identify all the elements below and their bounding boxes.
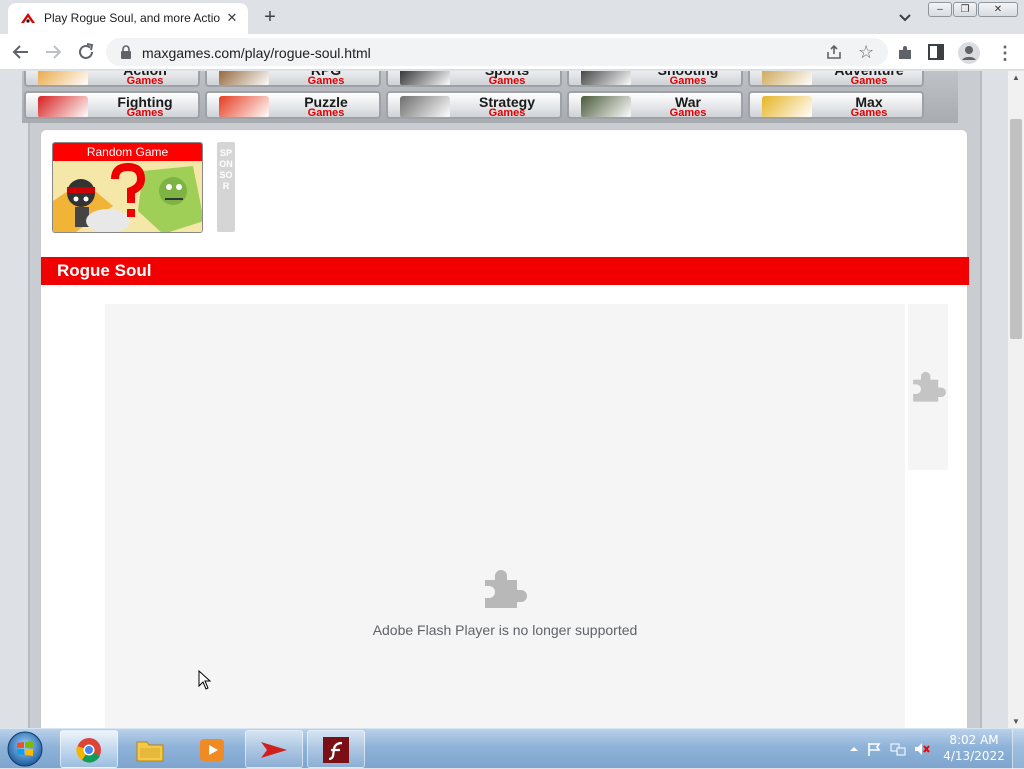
extensions-puzzle-icon[interactable] bbox=[896, 44, 914, 62]
game-title-bar: Rogue Soul bbox=[41, 257, 969, 285]
lock-icon[interactable] bbox=[120, 45, 132, 59]
plugin-puzzle-icon bbox=[485, 570, 527, 608]
category-subtitle: Games bbox=[488, 75, 526, 87]
address-bar[interactable]: maxgames.com/play/rogue-soul.html ☆ bbox=[106, 38, 888, 66]
side-panel-icon[interactable] bbox=[928, 44, 944, 60]
browser-tab[interactable]: Play Rogue Soul, and more Actio ✕ bbox=[8, 3, 248, 34]
sponsor-tab[interactable]: SPONSOR bbox=[217, 142, 235, 232]
bookmark-star-icon[interactable]: ☆ bbox=[858, 42, 874, 62]
windows-start-icon[interactable] bbox=[6, 731, 44, 767]
category-shooting-button[interactable]: ShootingGames bbox=[567, 71, 743, 87]
tray-expand-icon[interactable] bbox=[846, 741, 862, 757]
scrollbar-thumb[interactable] bbox=[1010, 119, 1022, 339]
category-subtitle: Games bbox=[126, 75, 164, 87]
profile-avatar-icon[interactable] bbox=[958, 42, 980, 64]
random-game-label: Random Game bbox=[53, 143, 202, 161]
sponsor-label: SPONSOR bbox=[219, 148, 233, 191]
mouse-cursor-icon bbox=[198, 670, 212, 690]
back-arrow-icon[interactable] bbox=[9, 40, 33, 64]
category-war-button[interactable]: War Games bbox=[567, 91, 743, 119]
network-icon[interactable] bbox=[890, 741, 906, 757]
red-arrow-icon bbox=[261, 742, 287, 758]
browser-menu-icon[interactable]: ⋮ bbox=[996, 43, 1014, 63]
rpg-icon bbox=[219, 71, 269, 85]
side-plugin-area[interactable] bbox=[908, 304, 948, 470]
volume-muted-icon[interactable] bbox=[914, 741, 930, 757]
taskbar-media-player-button[interactable] bbox=[183, 730, 241, 768]
page-viewport: ActionGames RPGGames SportsGames ShootingGa… bbox=[0, 71, 1008, 728]
category-subtitle: Games bbox=[850, 107, 888, 119]
puzzle-icon bbox=[219, 96, 269, 117]
tab-close-icon[interactable]: ✕ bbox=[224, 10, 240, 26]
action-icon bbox=[38, 71, 88, 85]
taskbar-arrow-app-button[interactable] bbox=[245, 730, 303, 768]
scroll-up-icon[interactable]: ▲ bbox=[1012, 73, 1020, 82]
scroll-down-icon[interactable]: ▼ bbox=[1012, 717, 1020, 726]
windows-taskbar: 8:02 AM 4/13/2022 bbox=[0, 728, 1024, 769]
tab-title: Play Rogue Soul, and more Actio bbox=[44, 11, 221, 25]
flash-unsupported-message: Adobe Flash Player is no longer supporte… bbox=[372, 622, 638, 638]
category-sports-button[interactable]: SportsGames bbox=[386, 71, 562, 87]
category-subtitle: Games bbox=[669, 75, 707, 87]
treasure-icon bbox=[762, 71, 812, 85]
category-subtitle: Games bbox=[307, 75, 345, 87]
category-subtitle: Games bbox=[307, 107, 345, 119]
page-title: Rogue Soul bbox=[57, 261, 152, 280]
share-icon[interactable] bbox=[826, 44, 842, 60]
new-tab-button[interactable]: + bbox=[258, 6, 282, 28]
content-panel: Random Game SPONSOR Rogue Soul Adobe Fla… bbox=[40, 129, 969, 728]
category-adventure-button[interactable]: AdventureGames bbox=[748, 71, 924, 87]
boxing-glove-icon bbox=[38, 96, 88, 117]
page-scrollbar[interactable]: ▲ ▼ bbox=[1008, 71, 1024, 728]
category-max-button[interactable]: Max Games bbox=[748, 91, 924, 119]
gun-icon bbox=[581, 71, 631, 85]
taskbar-chrome-button[interactable] bbox=[60, 730, 118, 768]
crown-icon bbox=[762, 96, 812, 117]
browser-toolbar: maxgames.com/play/rogue-soul.html ☆ ⋮ bbox=[0, 34, 1024, 70]
category-strategy-button[interactable]: Strategy Games bbox=[386, 91, 562, 119]
category-rpg-button[interactable]: RPGGames bbox=[205, 71, 381, 87]
crossed-swords-icon bbox=[400, 96, 450, 117]
folder-icon bbox=[136, 741, 164, 762]
window-minimize-button[interactable]: – bbox=[928, 2, 952, 17]
random-game-button[interactable]: Random Game bbox=[52, 142, 203, 233]
adobe-flash-icon bbox=[323, 737, 349, 763]
show-desktop-button[interactable] bbox=[1012, 729, 1024, 769]
window-close-button[interactable]: ✕ bbox=[978, 2, 1018, 17]
action-center-flag-icon[interactable] bbox=[866, 741, 882, 757]
plugin-puzzle-icon bbox=[913, 371, 946, 402]
media-player-icon bbox=[200, 739, 224, 761]
category-action-button[interactable]: ActionGames bbox=[24, 71, 200, 87]
category-puzzle-button[interactable]: Puzzle Games bbox=[205, 91, 381, 119]
url-text[interactable]: maxgames.com/play/rogue-soul.html bbox=[142, 45, 371, 61]
category-fighting-button[interactable]: Fighting Games bbox=[24, 91, 200, 119]
forward-arrow-icon[interactable] bbox=[41, 40, 65, 64]
window-restore-button[interactable]: ❐ bbox=[953, 2, 977, 17]
reload-icon[interactable] bbox=[74, 40, 98, 64]
clock-date: 4/13/2022 bbox=[943, 749, 1005, 763]
taskbar-flash-button[interactable] bbox=[307, 730, 365, 768]
taskbar-clock[interactable]: 8:02 AM 4/13/2022 bbox=[940, 732, 1008, 764]
category-subtitle: Games bbox=[126, 107, 164, 119]
random-game-thumbnail-icon bbox=[53, 161, 202, 232]
system-tray bbox=[840, 729, 940, 769]
category-nav: ActionGames RPGGames SportsGames ShootingGa… bbox=[22, 71, 958, 123]
tab-search-chevron-icon[interactable] bbox=[896, 8, 914, 26]
flash-game-area[interactable]: Adobe Flash Player is no longer supporte… bbox=[105, 304, 905, 728]
tab-strip: Play Rogue Soul, and more Actio ✕ + – ❐ … bbox=[0, 0, 1024, 34]
category-subtitle: Games bbox=[488, 107, 526, 119]
category-subtitle: Games bbox=[669, 107, 707, 119]
maxgames-favicon-icon bbox=[21, 13, 35, 23]
tank-icon bbox=[581, 96, 631, 117]
category-subtitle: Games bbox=[850, 75, 888, 87]
clock-time: 8:02 AM bbox=[949, 733, 999, 747]
soccer-ball-icon bbox=[400, 71, 450, 85]
chrome-icon bbox=[76, 738, 101, 763]
taskbar-explorer-button[interactable] bbox=[121, 730, 179, 768]
